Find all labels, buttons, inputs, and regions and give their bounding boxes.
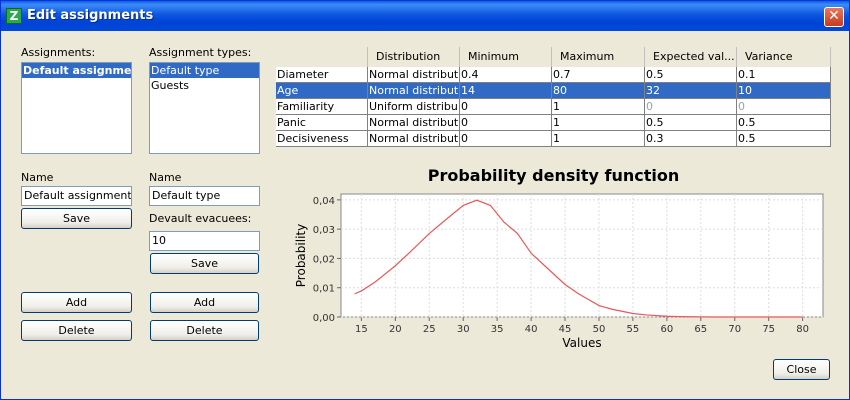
type-name-label: Name [149, 171, 182, 184]
table-cell[interactable]: Normal distribution [368, 67, 460, 83]
type-save-button[interactable]: Save [150, 253, 259, 274]
table-cell[interactable]: 0 [460, 99, 552, 115]
table-cell[interactable]: 0.7 [552, 67, 645, 83]
table-header: Distribution Minimum Maximum Expected val..… [276, 47, 831, 67]
table-row[interactable]: DecisivenessNormal distribution010.30.5 [276, 131, 831, 147]
x-tick-label: 35 [491, 324, 504, 335]
table-cell[interactable]: Decisiveness [276, 131, 368, 147]
table-cell[interactable]: 0 [460, 131, 552, 147]
app-logo-icon: Z [6, 8, 22, 24]
type-name-input[interactable]: Default type [149, 186, 260, 206]
close-icon: ✕ [828, 8, 840, 24]
table-cell[interactable]: 32 [645, 83, 737, 99]
table-cell[interactable]: 0 [460, 115, 552, 131]
table-cell[interactable]: 0 [737, 99, 831, 115]
x-tick-label: 65 [694, 324, 707, 335]
assignment-name-input[interactable]: Default assignment [21, 186, 132, 206]
table-cell[interactable]: 0.5 [737, 115, 831, 131]
type-delete-button[interactable]: Delete [150, 320, 259, 341]
window-title: Edit assignments [27, 8, 154, 23]
table-row[interactable]: PanicNormal distribution010.50.5 [276, 115, 831, 131]
table-cell[interactable]: Normal distribution [368, 83, 460, 99]
assignments-list[interactable]: Default assignment [21, 62, 132, 154]
assignment-types-list[interactable]: Default type Guests [149, 62, 260, 154]
table-cell[interactable]: 1 [552, 99, 645, 115]
title-bar[interactable]: Z Edit assignments ✕ [1, 1, 849, 31]
column-header[interactable]: Variance [737, 47, 831, 67]
table-cell[interactable]: 0.5 [737, 131, 831, 147]
y-tick-label: 0,01 [313, 284, 335, 295]
table-cell[interactable]: 1 [552, 131, 645, 147]
table-cell[interactable]: 80 [552, 83, 645, 99]
x-tick-label: 25 [423, 324, 436, 335]
table-cell[interactable]: 0.5 [645, 67, 737, 83]
y-tick-label: 0,04 [313, 196, 335, 207]
assignment-types-label: Assignment types: [149, 46, 252, 59]
default-evacuees-label: Devault evacuees: [149, 212, 252, 225]
table-cell[interactable]: 0 [645, 99, 737, 115]
column-header[interactable]: Maximum [552, 47, 645, 67]
x-tick-label: 80 [796, 324, 809, 335]
table-cell[interactable]: 0.1 [737, 67, 831, 83]
table-row[interactable]: Familiarity Uniform distribu... 0 1 0 0 [276, 99, 831, 115]
edit-assignments-window: Z Edit assignments ✕ Assignments: Defaul… [0, 0, 850, 400]
column-header[interactable] [276, 47, 368, 67]
x-tick-label: 50 [593, 324, 606, 335]
x-tick-label: 55 [627, 324, 640, 335]
assignments-label: Assignments: [21, 46, 96, 59]
list-item[interactable]: Default type [150, 63, 259, 78]
table-cell[interactable]: Panic [276, 115, 368, 131]
probability-density-chart: 15 20 25 30 35 40 45 50 55 60 65 70 75 80 0,00 0,01 0,02… [294, 193, 824, 350]
table-row[interactable]: DiameterNormal distribution0.40.70.50.1 [276, 67, 831, 83]
x-tick-label: 70 [728, 324, 741, 335]
table-cell[interactable]: 0.3 [645, 131, 737, 147]
y-axis-label: Probability [294, 224, 308, 287]
x-tick-label: 45 [559, 324, 572, 335]
table-cell[interactable]: Familiarity [276, 99, 368, 115]
x-tick-label: 30 [457, 324, 470, 335]
y-tick-label: 0,02 [313, 254, 335, 265]
table-cell[interactable]: Uniform distribu... [368, 99, 460, 115]
table-cell[interactable]: 1 [552, 115, 645, 131]
x-tick-label: 15 [355, 324, 368, 335]
table-cell[interactable]: Age [276, 83, 368, 99]
table-cell[interactable]: Normal distribution [368, 131, 460, 147]
list-item[interactable]: Guests [150, 78, 259, 93]
column-header[interactable]: Minimum [460, 47, 552, 67]
table-cell[interactable]: Normal distribution [368, 115, 460, 131]
close-window-button[interactable]: ✕ [824, 7, 844, 27]
table-row[interactable]: AgeNormal distribution14803210 [276, 83, 831, 99]
x-tick-label: 75 [762, 324, 775, 335]
y-tick-label: 0,00 [313, 313, 335, 324]
assignment-name-label: Name [21, 171, 54, 184]
column-header[interactable]: Distribution [368, 47, 460, 67]
x-axis-label: Values [562, 336, 601, 350]
table-cell[interactable]: 10 [737, 83, 831, 99]
table-cell[interactable]: 14 [460, 83, 552, 99]
close-button[interactable]: Close [773, 359, 830, 380]
y-tick-label: 0,03 [313, 225, 335, 236]
table-cell[interactable]: Diameter [276, 67, 368, 83]
assignment-delete-button[interactable]: Delete [21, 320, 132, 341]
table-cell[interactable]: 0.5 [645, 115, 737, 131]
x-tick-label: 60 [660, 324, 673, 335]
x-tick-label: 40 [525, 324, 538, 335]
plot-area [340, 193, 824, 318]
default-evacuees-input[interactable]: 10 [149, 231, 260, 251]
type-add-button[interactable]: Add [150, 292, 259, 313]
assignment-save-button[interactable]: Save [21, 208, 132, 229]
column-header[interactable]: Expected val... [645, 47, 737, 67]
assignment-add-button[interactable]: Add [21, 292, 132, 313]
x-tick-label: 20 [389, 324, 402, 335]
list-item[interactable]: Default assignment [22, 63, 131, 78]
table-cell[interactable]: 0.4 [460, 67, 552, 83]
chart-title: Probability density function [427, 166, 680, 185]
